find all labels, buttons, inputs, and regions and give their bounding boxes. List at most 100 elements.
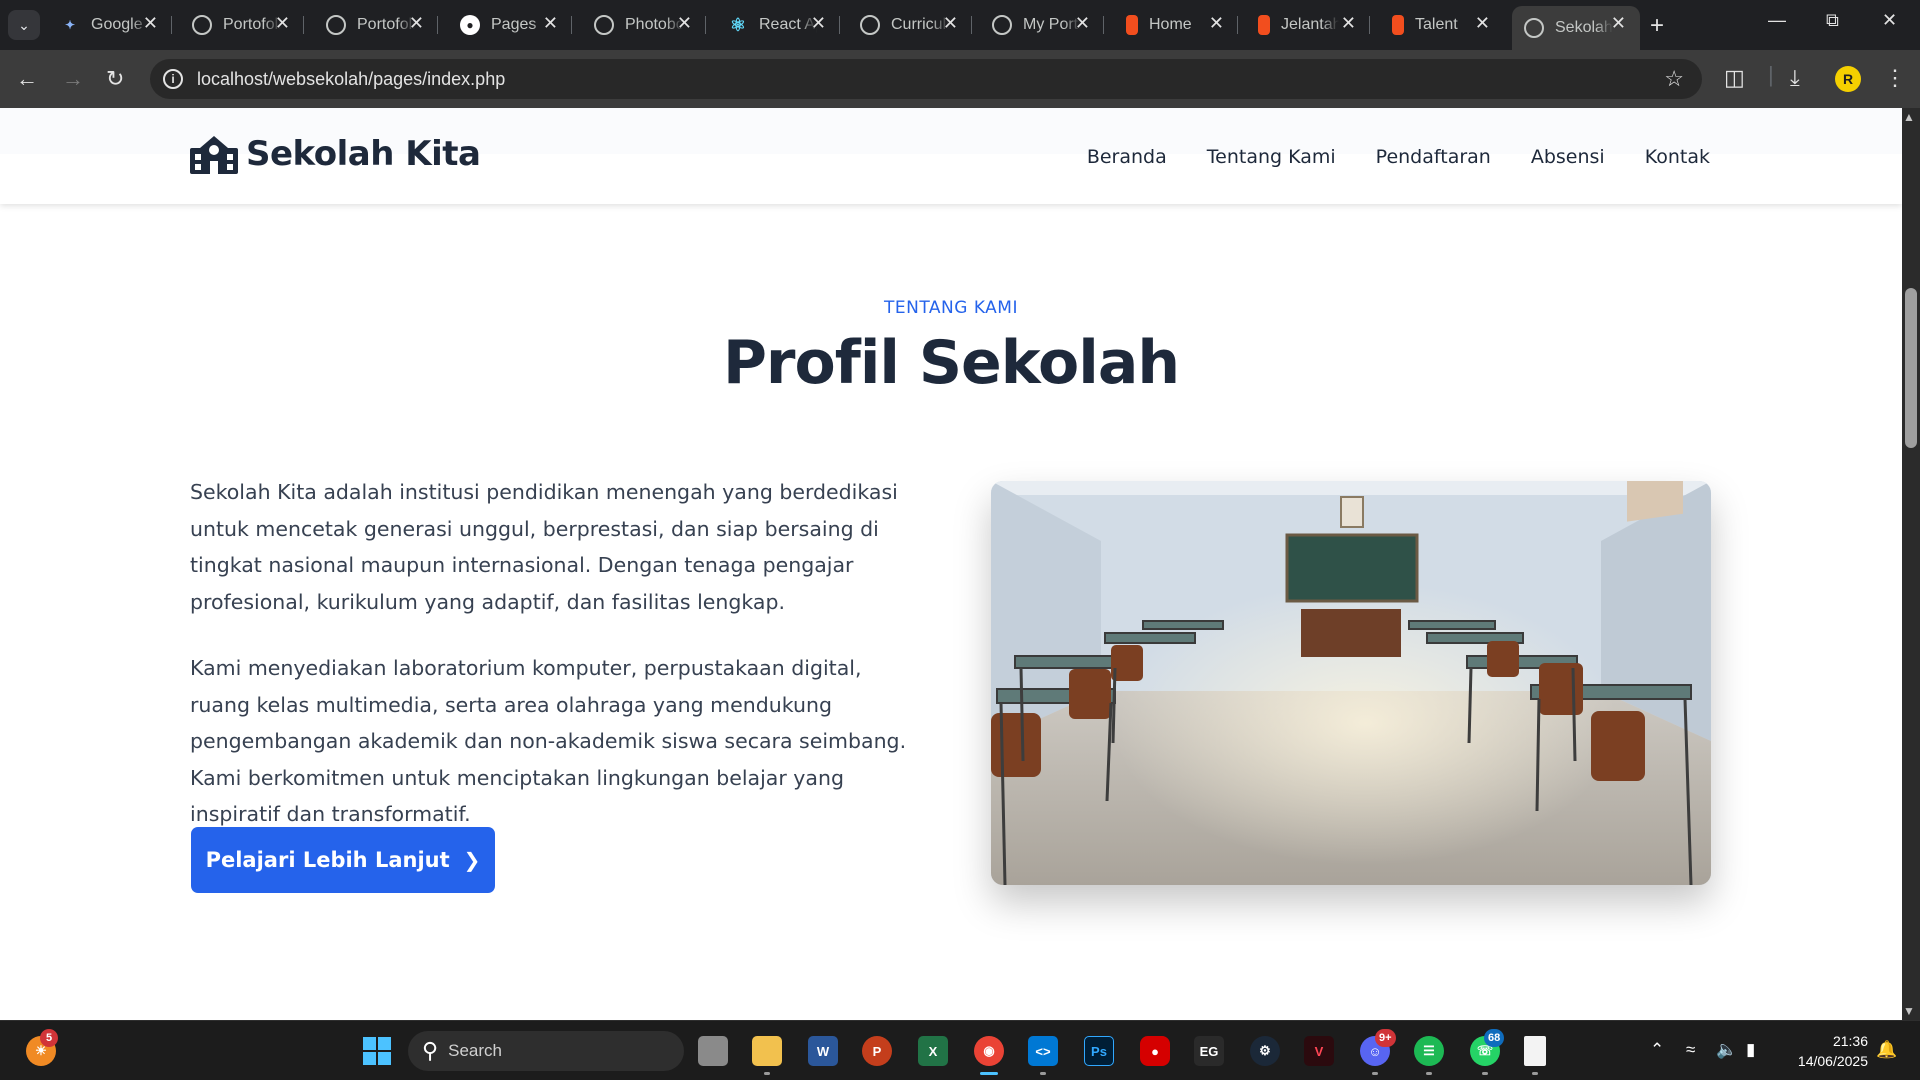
steam-icon[interactable]: ⚙ <box>1250 1036 1280 1066</box>
chrome-icon[interactable]: ◉ <box>974 1036 1004 1066</box>
browser-toolbar: ← → ↻ i localhost/websekolah/pages/index… <box>0 50 1920 108</box>
restore-button[interactable]: ⧉ <box>1826 10 1839 31</box>
battery-icon[interactable]: ▮ <box>1746 1040 1755 1060</box>
section-eyebrow: TENTANG KAMI <box>884 298 1018 318</box>
close-tab-icon[interactable]: ✕ <box>143 13 158 34</box>
valorant-icon[interactable]: V <box>1304 1036 1334 1066</box>
globe-icon <box>192 15 212 35</box>
browser-tab[interactable]: Jelantah ✕ <box>1246 8 1370 42</box>
reload-button[interactable]: ↻ <box>106 66 124 92</box>
forward-button[interactable]: → <box>62 66 84 92</box>
weather-badge: 5 <box>40 1029 58 1047</box>
minimize-button[interactable]: — <box>1768 10 1786 31</box>
browser-tab[interactable]: ⚛ React App ✕ <box>716 8 840 42</box>
browser-tab[interactable]: ● Pages ✕ <box>448 8 572 42</box>
system-clock[interactable]: 21:36 14/06/2025 <box>1772 1031 1868 1071</box>
tab-search-menu-button[interactable]: ⌄ <box>8 10 40 40</box>
file-explorer-icon[interactable] <box>752 1036 782 1066</box>
scrollbar-thumb[interactable] <box>1905 288 1917 448</box>
taskbar-search[interactable]: ⚲ Search <box>408 1031 684 1071</box>
site-brand[interactable]: Sekolah Kita <box>190 134 481 174</box>
nav-link-beranda[interactable]: Beranda <box>1087 146 1167 168</box>
tab-title: Home <box>1149 16 1192 33</box>
site-info-icon[interactable]: i <box>163 69 183 89</box>
tab-title: Photoboo <box>625 16 683 33</box>
notification-bell-icon[interactable]: 🔔 <box>1876 1040 1897 1060</box>
browser-tab[interactable]: Talent ✕ <box>1380 8 1504 42</box>
brand-name: Sekolah Kita <box>246 134 481 174</box>
close-tab-icon[interactable]: ✕ <box>1075 13 1090 34</box>
powerpoint-icon[interactable]: P <box>862 1036 892 1066</box>
clock-time: 21:36 <box>1832 1033 1868 1049</box>
epic-games-icon[interactable]: EG <box>1194 1036 1224 1066</box>
figma-icon <box>1126 15 1138 35</box>
close-tab-icon[interactable]: ✕ <box>1611 13 1626 34</box>
school-icon <box>190 136 238 174</box>
about-paragraph: Sekolah Kita adalah institusi pendidikan… <box>190 480 898 614</box>
close-window-button[interactable]: ✕ <box>1882 10 1897 31</box>
discord-badge: 9+ <box>1375 1029 1396 1047</box>
record-app-icon[interactable]: ● <box>1140 1036 1170 1066</box>
about-paragraph: Kami menyediakan laboratorium komputer, … <box>190 656 907 826</box>
close-tab-icon[interactable]: ✕ <box>1341 13 1356 34</box>
scroll-up-arrow-icon[interactable]: ▲ <box>1903 110 1915 124</box>
nav-link-tentang-kami[interactable]: Tentang Kami <box>1207 146 1336 168</box>
wifi-icon[interactable]: ≈ <box>1686 1040 1695 1060</box>
download-icon[interactable]: ⤓ <box>1790 65 1800 91</box>
page-title: Profil Sekolah <box>722 328 1180 398</box>
react-icon: ⚛ <box>729 14 747 35</box>
browser-tab[interactable]: Portofolio ✕ <box>180 8 304 42</box>
nav-link-absensi[interactable]: Absensi <box>1531 146 1605 168</box>
start-windows-icon[interactable] <box>362 1036 392 1066</box>
close-tab-icon[interactable]: ✕ <box>543 13 558 34</box>
browser-tab[interactable]: ✦ Google ✕ <box>48 8 172 42</box>
chevron-down-icon: ⌄ <box>18 16 30 33</box>
profile-avatar[interactable]: R <box>1835 66 1861 92</box>
bookmark-star-icon[interactable]: ☆ <box>1664 66 1684 92</box>
browser-menu-icon[interactable]: ⋮ <box>1884 65 1906 91</box>
close-tab-icon[interactable]: ✕ <box>1475 13 1490 34</box>
figma-icon <box>1392 15 1404 35</box>
learn-more-button[interactable]: Pelajari Lebih Lanjut ❯ <box>191 827 495 893</box>
chevron-right-icon: ❯ <box>463 848 481 872</box>
word-icon[interactable]: W <box>808 1036 838 1066</box>
browser-tab[interactable]: Curriculum ✕ <box>848 8 972 42</box>
browser-tab[interactable]: Home ✕ <box>1114 8 1238 42</box>
nav-link-kontak[interactable]: Kontak <box>1645 146 1710 168</box>
globe-icon <box>326 15 346 35</box>
volume-icon[interactable]: 🔈 <box>1716 1040 1737 1060</box>
globe-icon <box>1524 18 1544 38</box>
url-text[interactable]: localhost/websekolah/pages/index.php <box>197 69 505 90</box>
spotify-icon[interactable]: ☰ <box>1414 1036 1444 1066</box>
notepad-icon[interactable] <box>1524 1036 1546 1066</box>
task-view-icon[interactable] <box>698 1036 728 1066</box>
close-tab-icon[interactable]: ✕ <box>677 13 692 34</box>
site-navbar: Sekolah Kita Beranda Tentang Kami Pendaf… <box>0 108 1902 204</box>
search-icon: ⚲ <box>422 1038 439 1063</box>
close-tab-icon[interactable]: ✕ <box>1209 13 1224 34</box>
close-tab-icon[interactable]: ✕ <box>275 13 290 34</box>
gemini-icon: ✦ <box>64 18 76 32</box>
photoshop-icon[interactable]: Ps <box>1084 1036 1114 1066</box>
figma-icon <box>1258 15 1270 35</box>
toolbar-divider: | <box>1768 62 1774 87</box>
excel-icon[interactable]: X <box>918 1036 948 1066</box>
vscode-icon[interactable]: <> <box>1028 1036 1058 1066</box>
close-tab-icon[interactable]: ✕ <box>409 13 424 34</box>
close-tab-icon[interactable]: ✕ <box>943 13 958 34</box>
browser-tab-active[interactable]: Sekolah ✕ <box>1512 6 1640 50</box>
nav-link-pendaftaran[interactable]: Pendaftaran <box>1376 146 1491 168</box>
close-tab-icon[interactable]: ✕ <box>811 13 826 34</box>
extensions-icon[interactable]: ◫ <box>1724 65 1745 91</box>
scroll-down-arrow-icon[interactable]: ▼ <box>1903 1004 1915 1018</box>
tab-title: Talent <box>1415 16 1458 33</box>
address-bar[interactable]: i localhost/websekolah/pages/index.php ☆ <box>150 59 1702 99</box>
tab-title: My Portfolio <box>1023 16 1081 33</box>
browser-tab[interactable]: Portofolio ✕ <box>314 8 438 42</box>
back-button[interactable]: ← <box>16 66 38 92</box>
new-tab-button[interactable]: + <box>1650 12 1664 40</box>
browser-tab[interactable]: Photoboo ✕ <box>582 8 706 42</box>
browser-tab[interactable]: My Portfolio ✕ <box>980 8 1104 42</box>
show-hidden-icons-chevron[interactable]: ⌃ <box>1650 1040 1664 1060</box>
page-scrollbar[interactable] <box>1902 108 1920 1020</box>
